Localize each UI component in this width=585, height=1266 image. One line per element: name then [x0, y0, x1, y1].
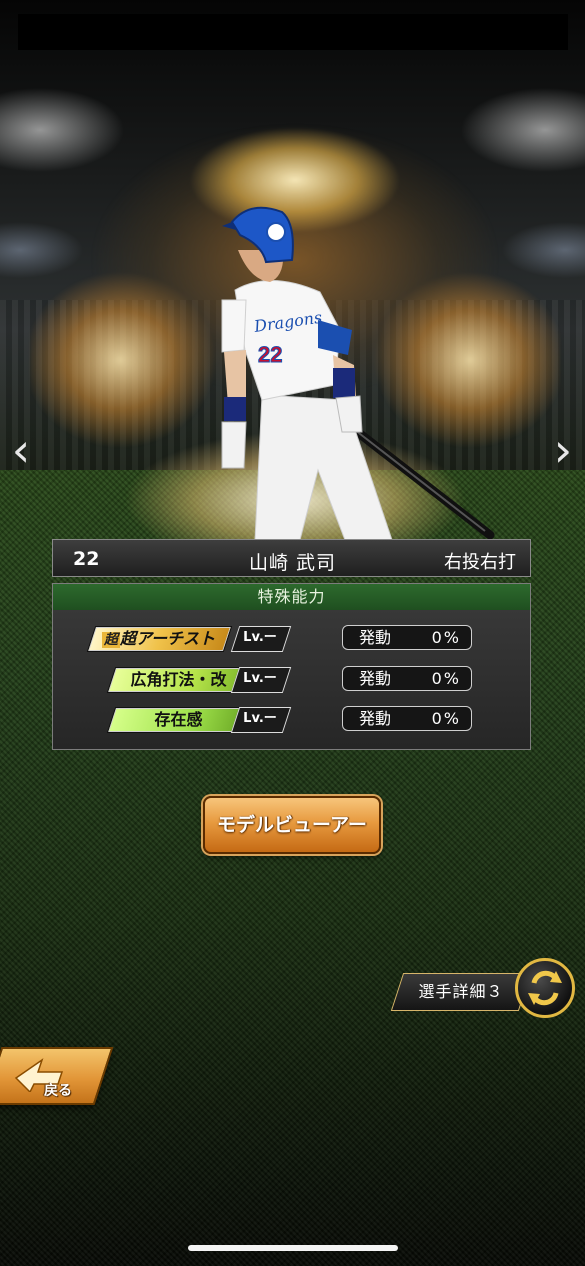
player-detail-button[interactable]: [390, 973, 532, 1011]
abilities-header: 特殊能力: [53, 584, 530, 610]
game-screen: Dragons 22 ‹ › 22 山崎 武司 右投右打 特殊能力 超超アーチス…: [0, 0, 585, 1266]
rate-value: 0%: [431, 709, 461, 728]
player-image: Dragons 22: [221, 206, 495, 541]
special-abilities-panel: 特殊能力 超超アーチスト Lv.ー 発動 0% 広角打法・改 Lv.ー 発動 0…: [52, 583, 531, 750]
ability-prefix-tag: 超: [101, 632, 120, 648]
player-info-bar: 22 山崎 武司 右投右打: [52, 539, 531, 577]
ability-activation-rate: 発動 0%: [342, 666, 472, 691]
ability-level: Lv.ー: [243, 630, 277, 645]
chevron-right-icon[interactable]: ›: [548, 427, 578, 473]
ability-row[interactable]: 広角打法・改 Lv.ー 発動 0%: [53, 666, 532, 693]
ability-row[interactable]: 存在感 Lv.ー 発動 0%: [53, 706, 532, 733]
chevron-left-icon[interactable]: ‹: [6, 427, 36, 473]
home-indicator[interactable]: [188, 1245, 398, 1251]
rate-value: 0%: [431, 628, 461, 647]
rate-label: 発動: [359, 628, 392, 647]
model-viewer-button[interactable]: モデルビューアー: [203, 796, 381, 854]
ability-level: Lv.ー: [243, 711, 277, 726]
ability-name: 超超アーチスト: [91, 627, 226, 651]
ability-row[interactable]: 超超アーチスト Lv.ー 発動 0%: [53, 625, 532, 652]
rate-label: 発動: [359, 669, 392, 688]
player-handedness: 右投右打: [444, 552, 516, 573]
ability-name: 存在感: [154, 710, 203, 729]
ability-activation-rate: 発動 0%: [342, 706, 472, 731]
ability-name: 広角打法・改: [130, 670, 227, 689]
rate-value: 0%: [431, 669, 461, 688]
rate-label: 発動: [359, 709, 392, 728]
ability-activation-rate: 発動 0%: [342, 625, 472, 650]
svg-text:22: 22: [258, 342, 282, 367]
ability-level: Lv.ー: [243, 671, 277, 686]
switch-arrows-icon[interactable]: [515, 958, 575, 1018]
ability-name-text: 超アーチスト: [119, 629, 216, 648]
back-label: 戻る: [44, 1083, 72, 1099]
